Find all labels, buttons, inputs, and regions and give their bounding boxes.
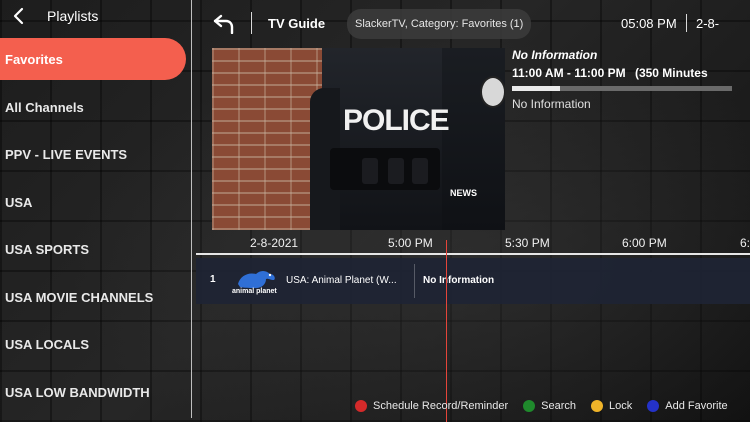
legend-label: Add Favorite (665, 400, 728, 412)
channel-row[interactable]: 1 animal planet USA: Animal Planet (W...… (196, 258, 750, 304)
timeline-slot: 5:00 PM (388, 236, 433, 250)
channel-program[interactable]: No Information (423, 275, 494, 286)
sidebar-item-usa-movie-channels[interactable]: USA MOVIE CHANNELS (0, 274, 186, 322)
program-progress-bar (512, 86, 732, 91)
timeline-header: 2-8-2021 5:00 PM 5:30 PM 6:00 PM 6: (192, 232, 750, 254)
sidebar-item-usa-sports[interactable]: USA SPORTS (0, 226, 186, 274)
sidebar-item-usa-low-bandwidth[interactable]: USA LOW BANDWIDTH (0, 369, 186, 417)
legend-add-favorite[interactable]: Add Favorite (647, 400, 728, 412)
yellow-button-icon (591, 400, 603, 412)
legend-label: Schedule Record/Reminder (373, 400, 509, 412)
sidebar-item-all-channels[interactable]: All Channels (0, 84, 186, 132)
sidebar-item-ppv-live-events[interactable]: PPV - LIVE EVENTS (0, 131, 186, 179)
current-time-indicator (446, 240, 447, 422)
page-title: TV Guide (268, 16, 326, 31)
sidebar-header: Playlists (0, 0, 190, 34)
red-button-icon (355, 400, 367, 412)
playlists-sidebar: Playlists Favorites All Channels PPV - L… (0, 0, 192, 422)
video-preview[interactable]: POLICE NEWS (212, 48, 505, 230)
timeline-slot: 5:30 PM (505, 236, 550, 250)
channel-logo-text: animal planet (232, 288, 277, 295)
program-time-range: 11:00 AM - 11:00 PM (512, 66, 626, 80)
legend-schedule-record[interactable]: Schedule Record/Reminder (355, 400, 508, 412)
program-duration: (350 Minutes (634, 66, 708, 80)
timeline-rule (196, 253, 750, 255)
channel-number: 1 (210, 274, 216, 285)
clock-time: 05:08 PM (621, 16, 677, 31)
legend-label: Lock (609, 400, 633, 412)
green-button-icon (523, 400, 536, 412)
channel-name: USA: Animal Planet (W... (286, 275, 397, 286)
program-info-panel: No Information 11:00 AM - 11:00 PM (350 … (512, 48, 750, 111)
program-title: No Information (512, 48, 598, 62)
button-legend: Schedule Record/Reminder Search Lock Add… (355, 398, 728, 414)
sidebar-title: Playlists (47, 8, 99, 24)
legend-label: Search (541, 400, 576, 412)
legend-lock[interactable]: Lock (591, 400, 632, 412)
filter-chip[interactable]: SlackerTV, Category: Favorites (1) (347, 9, 532, 39)
police-vest-text: POLICE (343, 104, 450, 137)
program-progress-fill (512, 86, 561, 91)
news-network-logo: NEWS (450, 188, 477, 198)
sidebar-item-usa-locals[interactable]: USA LOCALS (0, 321, 186, 369)
program-description: No Information (512, 97, 591, 111)
shoulder-badge (480, 76, 505, 108)
filter-chip-label: SlackerTV, Category: Favorites (1) (355, 18, 524, 30)
timeline-slot: 6:00 PM (622, 236, 667, 250)
blue-button-icon (647, 400, 660, 412)
legend-search[interactable]: Search (523, 400, 576, 412)
clock-date: 2-8- (696, 16, 720, 31)
guide-header: TV Guide SlackerTV, Category: Favorites … (192, 0, 750, 46)
sidebar-divider (191, 0, 192, 418)
channel-divider (414, 264, 415, 298)
officer-figure-main (322, 48, 442, 230)
belt-pouch (388, 158, 404, 184)
undo-arrow-icon[interactable] (212, 12, 236, 34)
sidebar-item-usa[interactable]: USA (0, 179, 186, 227)
time-date-divider (686, 14, 687, 32)
belt-pouch (412, 158, 428, 184)
sidebar-item-favorites[interactable]: Favorites (0, 38, 186, 80)
program-time: 11:00 AM - 11:00 PM (350 Minutes (512, 66, 750, 80)
belt-pouch (362, 158, 378, 184)
chevron-left-icon[interactable] (10, 6, 28, 26)
playlist-list: Favorites All Channels PPV - LIVE EVENTS… (0, 36, 190, 416)
header-divider (251, 12, 252, 34)
timeline-date: 2-8-2021 (250, 236, 299, 250)
timeline-slot: 6: (740, 236, 750, 250)
